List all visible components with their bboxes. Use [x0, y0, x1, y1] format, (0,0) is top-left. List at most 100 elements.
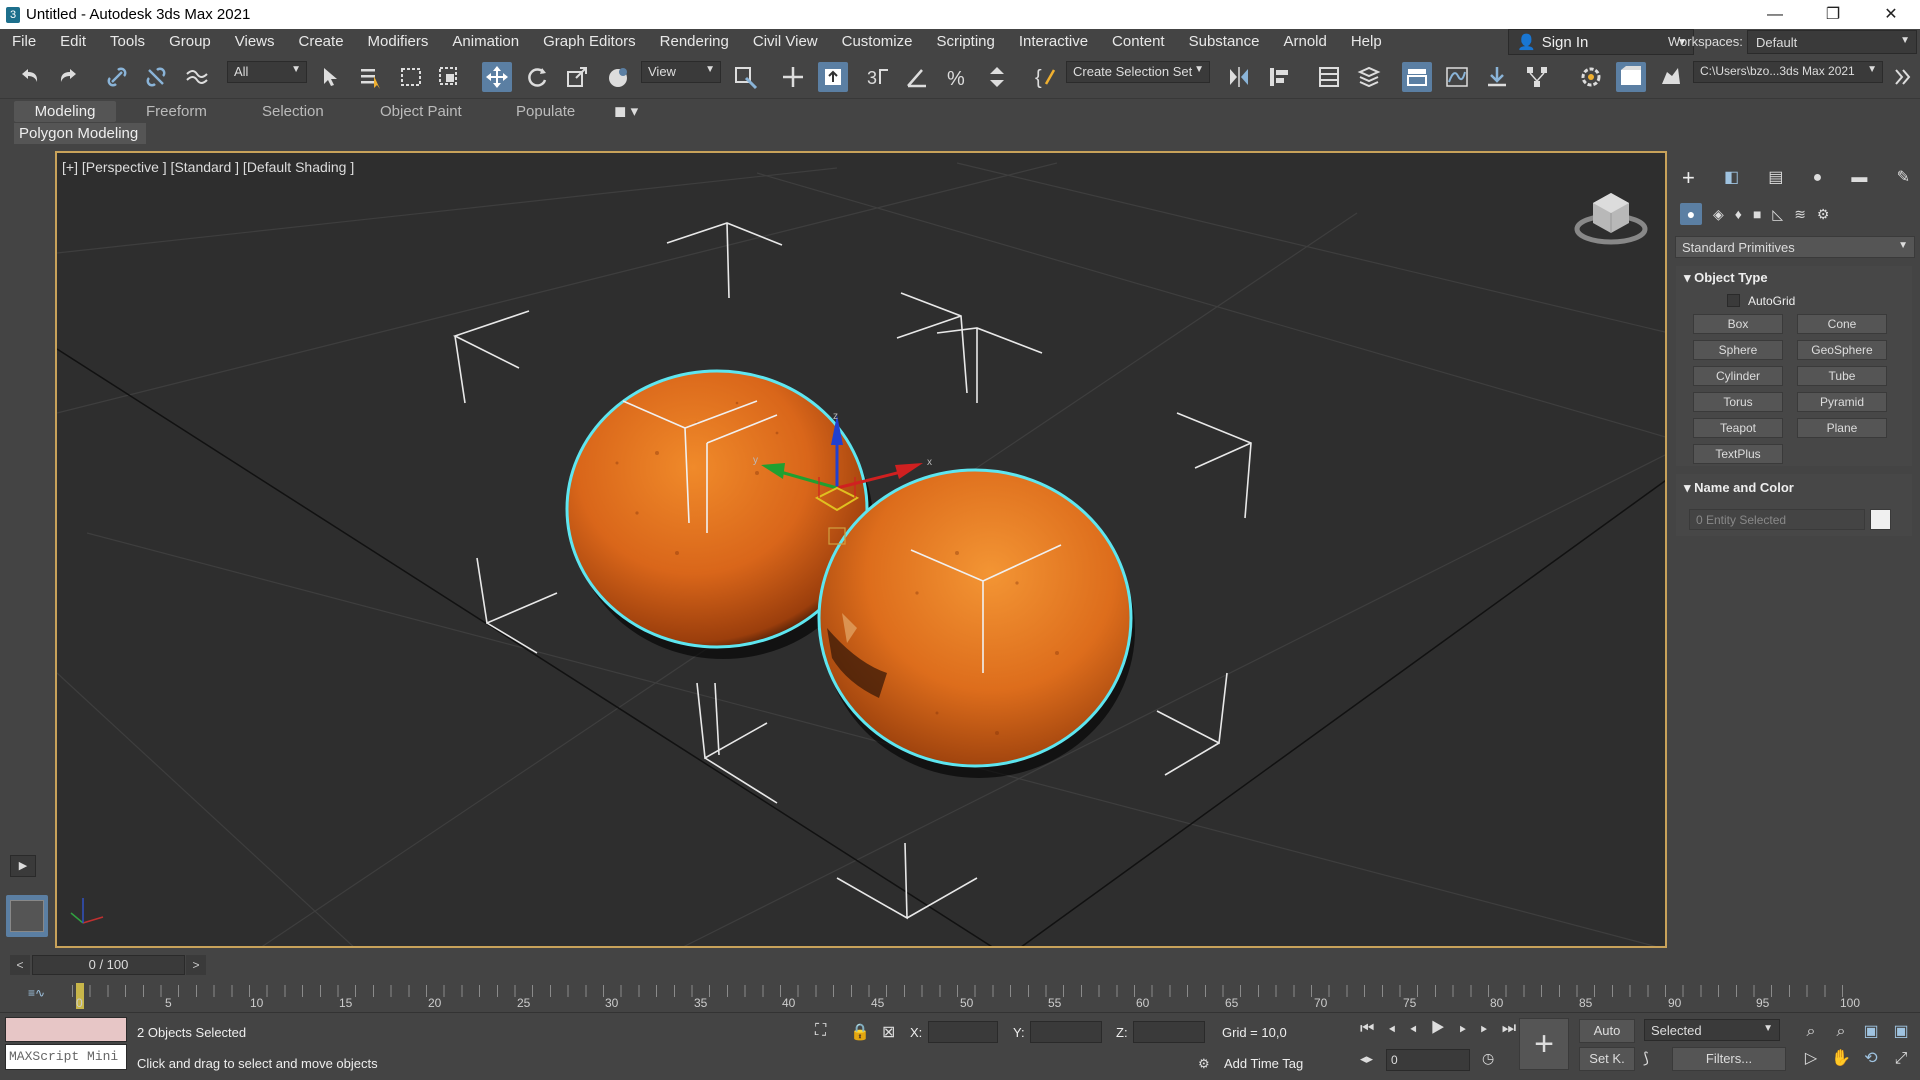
polygon-modeling-panel[interactable]: Polygon Modeling: [14, 123, 146, 144]
next-frame-button[interactable]: >: [186, 955, 206, 975]
plane-button[interactable]: Plane: [1797, 418, 1887, 438]
tube-button[interactable]: Tube: [1797, 366, 1887, 386]
y-coordinate-field[interactable]: [1030, 1021, 1102, 1043]
zoom-all-icon[interactable]: ⌕: [1826, 1018, 1856, 1045]
object-color-swatch[interactable]: [1870, 509, 1891, 530]
edit-named-selection-icon[interactable]: {: [1030, 62, 1060, 92]
undo-icon[interactable]: [14, 62, 44, 92]
menu-rendering[interactable]: Rendering: [648, 29, 741, 55]
pyramid-button[interactable]: Pyramid: [1797, 392, 1887, 412]
motion-tab-icon[interactable]: ●: [1813, 166, 1823, 194]
tab-freeform[interactable]: Freeform: [146, 101, 207, 122]
zoom-extents-all-icon[interactable]: ▣: [1886, 1018, 1916, 1045]
teapot-button[interactable]: Teapot: [1693, 418, 1783, 438]
redo-icon[interactable]: [54, 62, 84, 92]
ribbon-options-icon[interactable]: ◼ ▾: [614, 101, 638, 122]
selection-filter-dropdown[interactable]: All ▼: [227, 61, 307, 83]
menu-graph-editors[interactable]: Graph Editors: [531, 29, 648, 55]
add-time-tag[interactable]: Add Time Tag: [1224, 1056, 1303, 1071]
create-selection-set-dropdown[interactable]: Create Selection Set ▼: [1066, 61, 1210, 83]
display-tab-icon[interactable]: ▬: [1851, 166, 1867, 194]
schematic-view-icon[interactable]: [1522, 62, 1552, 92]
restore-button[interactable]: ❐: [1804, 0, 1862, 29]
previous-key-icon[interactable]: ◂◂: [1388, 1020, 1431, 1037]
create-tab-icon[interactable]: +: [1682, 166, 1695, 194]
minimize-button[interactable]: —: [1746, 0, 1804, 29]
mirror-icon[interactable]: [1224, 62, 1254, 92]
menu-scripting[interactable]: Scripting: [924, 29, 1006, 55]
next-key-icon[interactable]: ▸▸: [1459, 1020, 1502, 1037]
select-and-scale-icon[interactable]: [562, 62, 592, 92]
x-coordinate-field[interactable]: [928, 1021, 998, 1043]
menu-arnold[interactable]: Arnold: [1271, 29, 1338, 55]
orbit-icon[interactable]: ⟲: [1856, 1045, 1886, 1072]
go-to-start-icon[interactable]: ⏮: [1360, 1020, 1388, 1037]
sign-in-dropdown[interactable]: 👤 Sign In ▼: [1508, 29, 1694, 55]
menu-substance[interactable]: Substance: [1177, 29, 1272, 55]
percent-snap-icon[interactable]: %: [942, 62, 972, 92]
menu-modifiers[interactable]: Modifiers: [356, 29, 441, 55]
default-in-out-tangents-icon[interactable]: ⟆: [1643, 1049, 1649, 1067]
zoom-extents-icon[interactable]: ▣: [1856, 1018, 1886, 1045]
current-frame-field[interactable]: 0: [1386, 1049, 1470, 1071]
lights-category-icon[interactable]: ♦: [1735, 206, 1742, 222]
viewport-label[interactable]: [+] [Perspective ] [Standard ] [Default …: [62, 159, 354, 175]
torus-button[interactable]: Torus: [1693, 392, 1783, 412]
viewcube[interactable]: [1574, 193, 1648, 245]
cylinder-button[interactable]: Cylinder: [1693, 366, 1783, 386]
box-button[interactable]: Box: [1693, 314, 1783, 334]
unlink-icon[interactable]: [141, 62, 171, 92]
menu-help[interactable]: Help: [1339, 29, 1394, 55]
scene-explorer-icon[interactable]: [1314, 62, 1344, 92]
curve-editor-icon[interactable]: [1442, 62, 1472, 92]
select-and-rotate-icon[interactable]: [522, 62, 552, 92]
select-by-name-icon[interactable]: [356, 62, 386, 92]
helpers-category-icon[interactable]: ◺: [1772, 206, 1783, 223]
render-production-icon[interactable]: [1656, 62, 1686, 92]
autogrid-checkbox[interactable]: [1727, 294, 1740, 307]
set-key-button[interactable]: Set K.: [1579, 1047, 1635, 1071]
key-filters-button[interactable]: Filters...: [1672, 1047, 1786, 1071]
name-color-header[interactable]: ▾ Name and Color: [1684, 480, 1794, 496]
menu-customize[interactable]: Customize: [830, 29, 925, 55]
select-manipulate-icon[interactable]: [778, 62, 808, 92]
spacewarps-category-icon[interactable]: ≋: [1794, 206, 1806, 223]
tab-object-paint[interactable]: Object Paint: [380, 101, 462, 122]
select-object-icon[interactable]: [316, 62, 346, 92]
textplus-button[interactable]: TextPlus: [1693, 444, 1783, 464]
time-configuration-icon[interactable]: ◷: [1482, 1050, 1494, 1067]
sphere-button[interactable]: Sphere: [1693, 340, 1783, 360]
select-and-place-icon[interactable]: [603, 62, 633, 92]
field-of-view-icon[interactable]: ▷: [1796, 1045, 1826, 1072]
menu-edit[interactable]: Edit: [48, 29, 98, 55]
rendered-frame-window-icon[interactable]: [1616, 62, 1646, 92]
set-key-icon[interactable]: +: [1519, 1018, 1569, 1070]
toggle-ribbon-icon[interactable]: [1402, 62, 1432, 92]
maxscript-listener-output[interactable]: [5, 1017, 127, 1042]
pivot-center-icon[interactable]: [730, 62, 760, 92]
isolate-selection-icon[interactable]: ⛶: [815, 1022, 826, 1040]
tab-selection[interactable]: Selection: [262, 101, 324, 122]
menu-views[interactable]: Views: [223, 29, 287, 55]
object-type-header[interactable]: ▾ Object Type: [1684, 270, 1768, 286]
align-icon[interactable]: [1264, 62, 1294, 92]
geometry-category-icon[interactable]: ●: [1680, 203, 1702, 225]
rectangular-selection-icon[interactable]: [396, 62, 426, 92]
bind-spacewarp-icon[interactable]: [181, 62, 211, 92]
tab-modeling[interactable]: Modeling: [14, 101, 116, 122]
pan-view-icon[interactable]: ✋: [1826, 1045, 1856, 1072]
object-name-field[interactable]: 0 Entity Selected: [1689, 509, 1865, 530]
menu-content[interactable]: Content: [1100, 29, 1177, 55]
selection-lock-icon[interactable]: 🔒: [850, 1022, 870, 1042]
cameras-category-icon[interactable]: ■: [1753, 206, 1761, 222]
absolute-relative-toggle-icon[interactable]: ⊠: [882, 1022, 895, 1042]
perspective-viewport[interactable]: z x y: [55, 151, 1667, 948]
window-crossing-icon[interactable]: [434, 62, 464, 92]
viewport-layout-toggle-icon[interactable]: ▶: [10, 855, 36, 877]
auto-key-button[interactable]: Auto: [1579, 1019, 1635, 1043]
render-setup-icon[interactable]: [1576, 62, 1606, 92]
menu-civil-view[interactable]: Civil View: [741, 29, 830, 55]
close-button[interactable]: ✕: [1862, 0, 1920, 29]
geometry-type-dropdown[interactable]: Standard Primitives ▼: [1675, 236, 1915, 258]
select-and-move-icon[interactable]: [482, 62, 512, 92]
